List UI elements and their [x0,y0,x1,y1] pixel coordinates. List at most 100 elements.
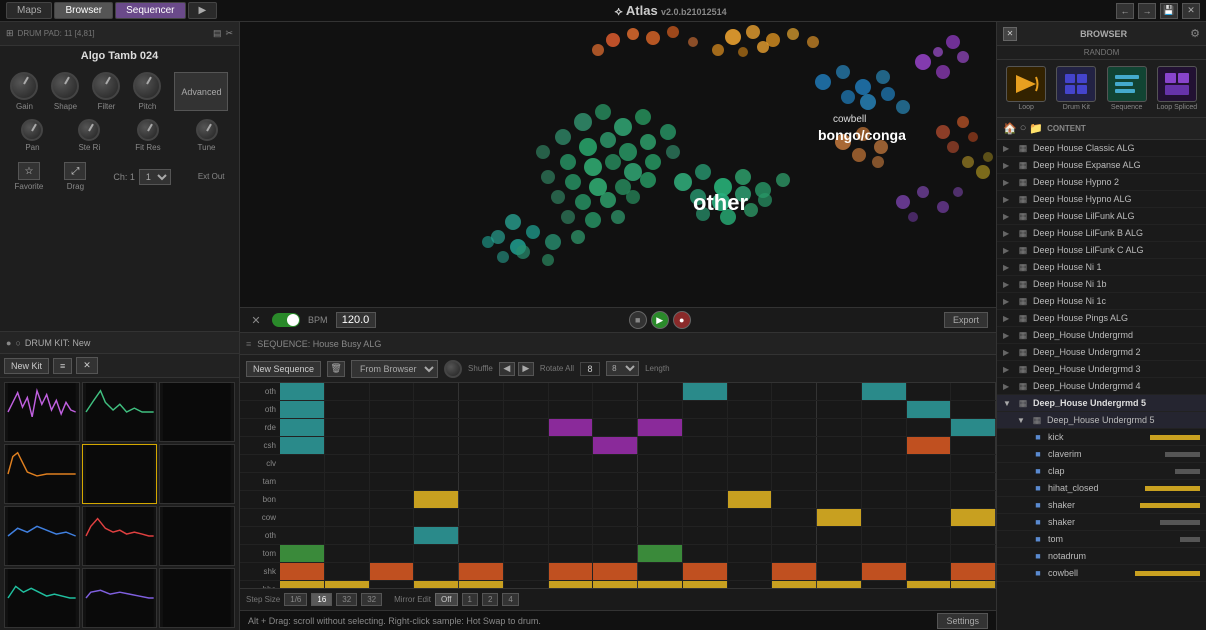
fitres-knob[interactable] [137,119,159,141]
seq-cell[interactable] [728,437,773,454]
seq-cell[interactable] [817,437,862,454]
seq-cell[interactable] [370,473,415,490]
seq-cell[interactable] [504,455,549,472]
seq-cell[interactable] [459,563,504,580]
seq-cell[interactable] [862,437,907,454]
step-1-btn[interactable]: 1/6 [284,593,307,606]
advanced-button[interactable]: Advanced [174,72,228,111]
seq-cell[interactable] [459,455,504,472]
seq-cell[interactable] [459,419,504,436]
seq-cell[interactable] [414,563,459,580]
seq-cell[interactable] [593,581,638,588]
tune-knob[interactable] [196,119,218,141]
list-subitem[interactable]: ▼ ▦ Deep_House Undergrmd 5 [997,412,1206,429]
seq-cell[interactable] [370,509,415,526]
seq-cell[interactable] [280,509,325,526]
new-kit-button[interactable]: New Kit [4,358,49,374]
list-item[interactable]: ▶ ▦ Deep_House Undergrmd [997,327,1206,344]
seq-cell[interactable] [549,437,594,454]
seq-cell[interactable] [280,419,325,436]
seq-cell[interactable] [549,455,594,472]
seq-cell[interactable] [728,491,773,508]
seq-cell[interactable] [907,473,952,490]
seq-cell[interactable] [728,473,773,490]
seq-cell[interactable] [325,437,370,454]
seq-cell[interactable] [907,491,952,508]
list-sub-subitem[interactable]: ■ clap [997,463,1206,480]
seq-cell[interactable] [638,455,683,472]
seq-cell[interactable] [638,581,683,588]
filter-knob[interactable] [92,72,120,100]
seq-cell[interactable] [638,527,683,544]
seq-cell[interactable] [728,419,773,436]
shuffle-knob[interactable] [444,360,462,378]
seq-cell[interactable] [638,419,683,436]
seq-cell[interactable] [549,509,594,526]
seq-cell[interactable] [325,545,370,562]
seq-cell[interactable] [549,401,594,418]
seq-cell[interactable] [951,509,996,526]
seq-cell[interactable] [907,545,952,562]
seq-cell[interactable] [683,545,728,562]
seq-cell[interactable] [370,455,415,472]
seq-cell[interactable] [370,527,415,544]
seq-cell[interactable] [459,527,504,544]
list-item[interactable]: ▶ ▦ Deep House Expanse ALG [997,157,1206,174]
seq-cell[interactable] [683,509,728,526]
seq-cell[interactable] [862,473,907,490]
seq-cell[interactable] [728,383,773,400]
pad-cell-7[interactable] [4,506,80,566]
length-value[interactable]: 8 [580,362,600,376]
seq-cell[interactable] [728,401,773,418]
tab-browser[interactable]: Browser [54,2,113,19]
list-item[interactable]: ▶ ▦ Deep House Classic ALG [997,140,1206,157]
step-16-btn[interactable]: 16 [311,593,332,606]
list-item[interactable]: ▶ ▦ Deep_House Undergrmd 4 [997,378,1206,395]
seq-cell[interactable] [504,509,549,526]
seq-cell[interactable] [772,455,817,472]
seq-cell[interactable] [772,563,817,580]
seq-cell[interactable] [907,419,952,436]
seq-cell[interactable] [907,581,952,588]
seq-cell[interactable] [370,383,415,400]
list-item-expanded[interactable]: ▼ ▦ Deep_House Undergrmd 5 [997,395,1206,412]
seq-cell[interactable] [414,383,459,400]
back-btn[interactable]: ← [1116,3,1134,19]
seq-cell[interactable] [504,563,549,580]
pad-cell-11[interactable] [82,568,158,628]
list-item[interactable]: ▶ ▦ Deep House LilFunk C ALG [997,242,1206,259]
num-2-btn[interactable]: 2 [482,593,498,606]
list-sub-subitem[interactable]: ■ shaker [997,514,1206,531]
seq-cell[interactable] [280,455,325,472]
seq-cell[interactable] [683,455,728,472]
step-32-btn[interactable]: 32 [336,593,357,606]
length-dropdown[interactable]: 81632 [606,361,639,376]
loop-category[interactable]: Loop [1003,66,1049,111]
seq-cell[interactable] [459,401,504,418]
list-sub-subitem[interactable]: ■ claverim [997,446,1206,463]
list-item[interactable]: ▶ ▦ Deep House LilFunk B ALG [997,225,1206,242]
close-btn[interactable]: ✕ [1182,3,1200,19]
seq-cell[interactable] [280,545,325,562]
seq-cell[interactable] [772,581,817,588]
seq-cell[interactable] [370,437,415,454]
seq-cell[interactable] [280,581,325,588]
seq-cell[interactable] [459,509,504,526]
seq-cell[interactable] [325,527,370,544]
seq-cell[interactable] [683,581,728,588]
seq-cell[interactable] [593,437,638,454]
seq-cell[interactable] [862,545,907,562]
seq-cell[interactable] [683,563,728,580]
pad-cell-12[interactable] [159,568,235,628]
seq-cell[interactable] [683,473,728,490]
pad-cell-1[interactable] [4,382,80,442]
seq-cell[interactable] [459,581,504,588]
refresh-icon[interactable]: ○ [1020,122,1027,135]
rotate-left-btn[interactable]: ◀ [499,362,515,376]
rotate-right-btn[interactable]: ▶ [518,362,534,376]
seq-cell[interactable] [593,545,638,562]
kit-delete-button[interactable]: ✕ [76,357,98,374]
seq-cell[interactable] [325,509,370,526]
seq-cell[interactable] [504,581,549,588]
seq-cell[interactable] [280,491,325,508]
